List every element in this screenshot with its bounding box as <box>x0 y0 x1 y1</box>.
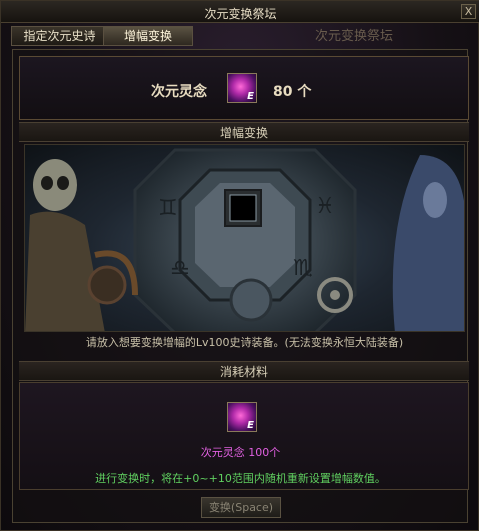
svg-text:♊: ♊ <box>158 196 178 221</box>
exchange-button[interactable]: 变换(Space) <box>201 497 281 518</box>
altar-illustration: ♊ ♓ ♎ ♏ <box>25 148 464 331</box>
cost-section-header: 消耗材料 <box>19 361 469 381</box>
equipment-slot[interactable] <box>229 194 257 222</box>
tab-specified-epic[interactable]: 指定次元史诗 <box>11 26 108 46</box>
svg-text:♎: ♎ <box>170 256 190 281</box>
currency-name: 次元灵念 <box>151 84 207 100</box>
background-title: 次元变换祭坛 <box>315 29 394 44</box>
altar-scene: ♊ ♓ ♎ ♏ <box>24 144 465 332</box>
dimension-spirit-icon: E <box>227 73 257 103</box>
altar-window: 次元变换祭坛 X 指定次元史诗 增幅变换 次元变换祭坛 次元灵念 E 80 个 … <box>0 0 479 531</box>
close-button[interactable]: X <box>461 4 476 19</box>
altar-section-header: 增幅变换 <box>19 122 469 142</box>
hooded-figure-icon <box>392 155 464 331</box>
svg-text:♏: ♏ <box>293 256 313 281</box>
cost-description: 进行变换时，将在+0~+10范围内随机重新设置增幅数值。 <box>95 472 386 485</box>
title-bar: 次元变换祭坛 X <box>1 1 479 23</box>
dimension-spirit-icon: E <box>227 402 257 432</box>
pipe-decoration <box>87 250 138 305</box>
item-grade-mark: E <box>247 420 254 431</box>
item-grade-mark: E <box>247 91 254 102</box>
skull-figure-icon <box>25 159 105 331</box>
tab-amplify-exchange[interactable]: 增幅变换 <box>103 26 193 46</box>
svg-text:♓: ♓ <box>315 194 335 219</box>
window-title: 次元变换祭坛 <box>204 7 277 21</box>
cost-amount: 次元灵念 100个 <box>200 446 281 459</box>
altar-instruction: 请放入想要变换增幅的Lv100史诗装备。(无法变换永恒大陆装备) <box>85 336 404 349</box>
currency-count: 80 个 <box>273 84 312 100</box>
